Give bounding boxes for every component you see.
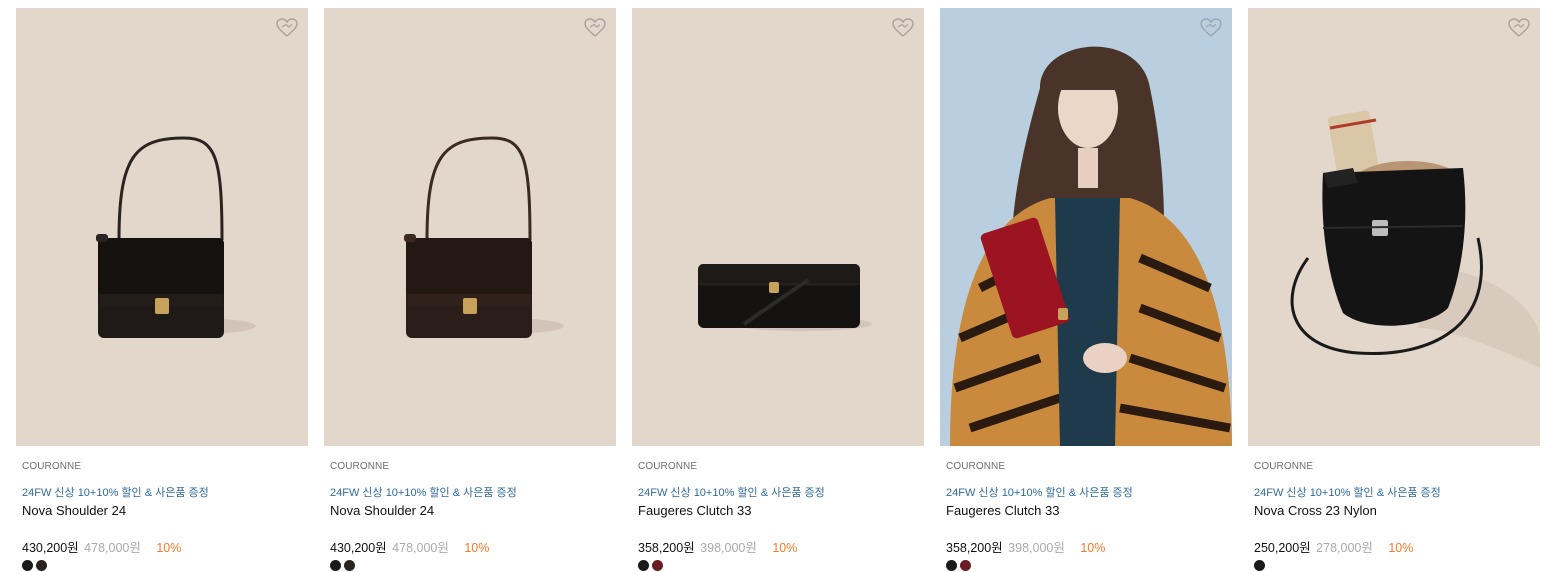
product-card[interactable]: COURONNE 24FW 신상 10+10% 할인 & 사은품 증정 Nova…	[324, 8, 616, 572]
product-card[interactable]: COURONNE 24FW 신상 10+10% 할인 & 사은품 증정 Nova…	[1248, 8, 1540, 572]
brand-name: COURONNE	[22, 461, 82, 472]
color-swatches	[1254, 560, 1534, 572]
product-card[interactable]: COURONNE 24FW 신상 10+10% 할인 & 사은품 증정 Faug…	[632, 8, 924, 572]
original-price: 398,000원	[1008, 541, 1065, 555]
promo-text[interactable]: 24FW 신상 10+10% 할인 & 사은품 증정	[638, 484, 918, 499]
brand-name: COURONNE	[330, 461, 390, 472]
promo-text[interactable]: 24FW 신상 10+10% 할인 & 사은품 증정	[946, 484, 1226, 499]
sale-price: 358,200원	[638, 541, 695, 555]
discount-badge: 10%	[464, 541, 490, 555]
price-row: 250,200원 278,000원 10%	[1254, 537, 1534, 555]
product-name[interactable]: Nova Cross 23 Nylon	[1254, 503, 1534, 519]
price-row: 358,200원 398,000원 10%	[946, 537, 1226, 555]
product-image[interactable]	[940, 8, 1232, 446]
color-swatches	[22, 560, 302, 572]
product-image[interactable]	[324, 8, 616, 446]
product-name[interactable]: Nova Shoulder 24	[330, 503, 610, 519]
product-image[interactable]	[16, 8, 308, 446]
sale-price: 250,200원	[1254, 541, 1311, 555]
brand-name: COURONNE	[1254, 461, 1314, 472]
discount-badge: 10%	[1080, 541, 1106, 555]
product-image[interactable]	[632, 8, 924, 446]
product-card[interactable]: COURONNE 24FW 신상 10+10% 할인 & 사은품 증정 Nova…	[16, 8, 308, 572]
original-price: 278,000원	[1316, 541, 1373, 555]
promo-text[interactable]: 24FW 신상 10+10% 할인 & 사은품 증정	[22, 484, 302, 499]
sale-price: 430,200원	[22, 541, 79, 555]
heart-icon[interactable]	[276, 18, 298, 38]
sale-price: 358,200원	[946, 541, 1003, 555]
product-name[interactable]: Faugeres Clutch 33	[946, 503, 1226, 519]
original-price: 398,000원	[700, 541, 757, 555]
product-name[interactable]: Faugeres Clutch 33	[638, 503, 918, 519]
heart-icon[interactable]	[892, 18, 914, 38]
heart-icon[interactable]	[1200, 18, 1222, 38]
product-grid: COURONNE 24FW 신상 10+10% 할인 & 사은품 증정 Nova…	[16, 8, 1540, 572]
product-image[interactable]	[1248, 8, 1540, 446]
brand-name: COURONNE	[638, 461, 698, 472]
price-row: 430,200원 478,000원 10%	[330, 537, 610, 555]
product-name[interactable]: Nova Shoulder 24	[22, 503, 302, 519]
color-swatches	[330, 560, 610, 572]
color-swatches	[946, 560, 1226, 572]
brand-name: COURONNE	[946, 461, 1006, 472]
sale-price: 430,200원	[330, 541, 387, 555]
product-card[interactable]: COURONNE 24FW 신상 10+10% 할인 & 사은품 증정 Faug…	[940, 8, 1232, 572]
discount-badge: 10%	[156, 541, 182, 555]
heart-icon[interactable]	[1508, 18, 1530, 38]
promo-text[interactable]: 24FW 신상 10+10% 할인 & 사은품 증정	[1254, 484, 1534, 499]
discount-badge: 10%	[1388, 541, 1414, 555]
original-price: 478,000원	[392, 541, 449, 555]
color-swatches	[638, 560, 918, 572]
discount-badge: 10%	[772, 541, 798, 555]
price-row: 430,200원 478,000원 10%	[22, 537, 302, 555]
original-price: 478,000원	[84, 541, 141, 555]
promo-text[interactable]: 24FW 신상 10+10% 할인 & 사은품 증정	[330, 484, 610, 499]
price-row: 358,200원 398,000원 10%	[638, 537, 918, 555]
heart-icon[interactable]	[584, 18, 606, 38]
